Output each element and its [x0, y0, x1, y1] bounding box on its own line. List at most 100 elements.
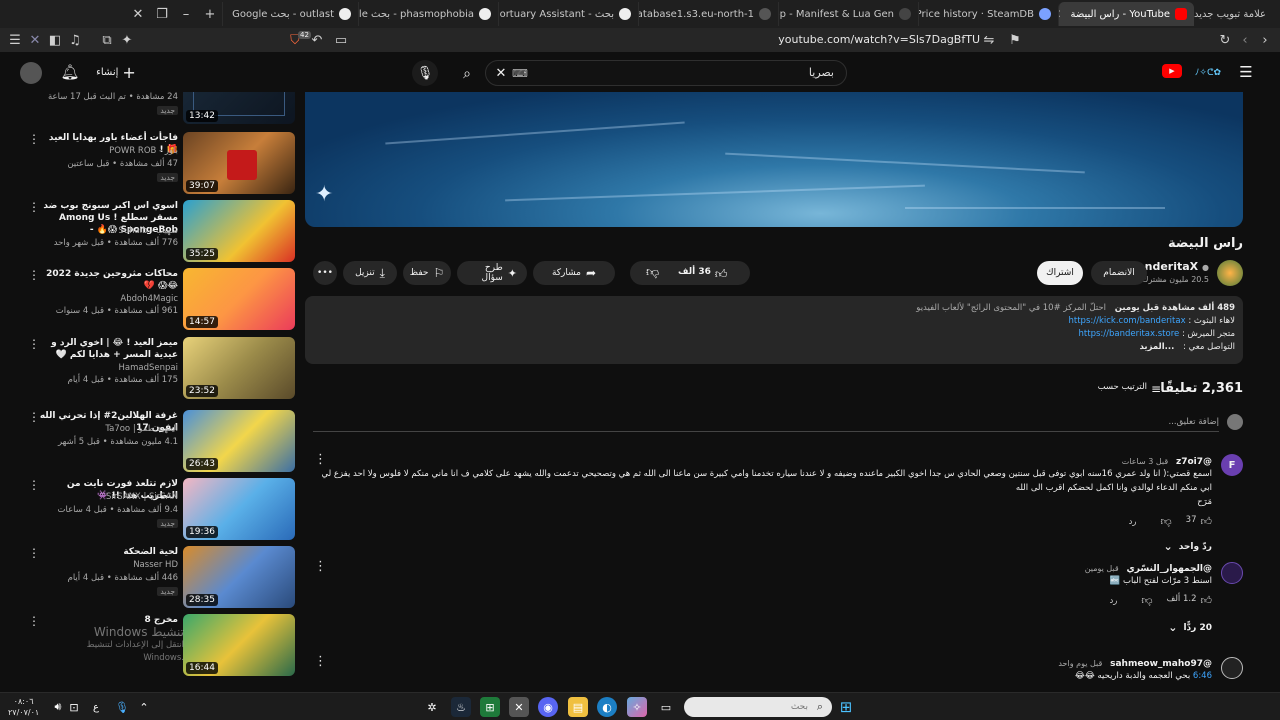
comment-like-button[interactable]: 👍︎ 1.2 ألف [1167, 594, 1212, 607]
related-video-item[interactable]: 28:35 ⋮ لحية الضحكة Nasser HD 446 ألف مش… [20, 546, 298, 610]
subscribe-button[interactable]: اشتراك [1037, 261, 1083, 285]
timestamp-link[interactable]: 6:46 [1193, 671, 1212, 681]
tab-mortuary[interactable]: بحث - The Mortuary Assistant [498, 2, 638, 26]
back-arrow-icon[interactable]: ↶ [306, 29, 328, 51]
keyboard-icon[interactable]: ⌨ [512, 65, 528, 81]
ask-button[interactable]: ✦ طرح سؤال [457, 261, 527, 285]
channel-name[interactable]: سهيب - Suhaib [118, 226, 178, 236]
microphone-icon[interactable]: 🎙︎ [112, 697, 132, 717]
related-video-item[interactable]: 19:36 ⋮ لازم تتلعذ فورت نايت من التطريب … [20, 478, 298, 542]
download-button[interactable]: ⤓ تنزيل [343, 261, 397, 285]
comment-author[interactable]: @sahmeow_maho97 [1110, 659, 1212, 669]
related-video-item[interactable]: 26:43 ⋮ غرفة الهلالين2# إذا تحرني الله ا… [20, 410, 298, 474]
comment-author[interactable]: @z7oi7 [1176, 457, 1212, 467]
xbox-app-icon[interactable]: ⊞ [480, 697, 500, 717]
bookmark-icon[interactable]: ⚑ [1004, 29, 1026, 51]
kick-link[interactable]: https://kick.com/banderitax [1069, 316, 1186, 326]
close-window-icon[interactable]: ✕ [126, 2, 150, 26]
thumbs-down-icon[interactable]: 👎︎ [1141, 594, 1152, 607]
channel-name[interactable]: Nasser HD [133, 560, 178, 570]
share-button[interactable]: ➦ مشاركة [533, 261, 615, 285]
create-button[interactable]: إنشاء + [96, 62, 136, 82]
tray-chevron-up-icon[interactable]: ⌃ [134, 697, 154, 717]
copilot-icon[interactable]: ✧ [627, 697, 647, 717]
channel-name[interactable]: المهيد طمو | Ta7oo [105, 424, 178, 434]
task-view-icon[interactable]: ▭ [656, 697, 676, 717]
file-explorer-icon[interactable]: ▤ [568, 697, 588, 717]
more-options-icon[interactable]: ⋮ [28, 410, 40, 424]
tab-steamdb[interactable]: Toilet 8 Price history · SteamDB [918, 2, 1058, 26]
sort-button[interactable]: ≡ الترتيب حسب [1098, 382, 1161, 396]
channel-avatar[interactable] [1217, 260, 1243, 286]
minimize-icon[interactable]: – [174, 2, 198, 26]
steam-icon[interactable]: ♨ [451, 697, 471, 717]
reply-button[interactable]: رد [1129, 517, 1137, 527]
more-options-icon[interactable]: ⋮ [28, 268, 40, 282]
edge-browser-icon[interactable]: ◐ [597, 697, 617, 717]
tab-outlast[interactable]: outlast - بحث Google [222, 2, 358, 26]
close-tab-icon[interactable]: ✕ [1059, 7, 1061, 21]
youtube-logo-icon[interactable]: ▶ [1162, 64, 1182, 78]
search-input[interactable] [534, 66, 834, 79]
voice-search-mic-icon[interactable]: 🎙︎ [412, 60, 438, 86]
more-options-icon[interactable]: ⋮ [28, 546, 40, 560]
channel-name[interactable]: HamadSenpai [119, 363, 178, 373]
tab-youtube[interactable]: YouTube - راس البيضة ✕ [1058, 2, 1194, 26]
channel-name[interactable]: باور - POWR ROB [109, 146, 178, 156]
guide-menu-icon[interactable]: ☰ [1236, 62, 1256, 82]
clear-search-icon[interactable]: ✕ [492, 64, 510, 82]
commenter-avatar[interactable] [1221, 562, 1243, 584]
channel-name[interactable]: SirSANX | SirSAN [106, 492, 178, 502]
windows-start-icon[interactable]: ⊞ [836, 697, 856, 717]
more-options-icon[interactable]: ⋮ [28, 132, 40, 146]
x-extension-icon[interactable]: ✕ [24, 29, 46, 51]
commenter-avatar[interactable] [1221, 657, 1243, 679]
new-tab-label[interactable]: علامة تبويب جديدة [1189, 9, 1276, 20]
add-comment-input[interactable]: إضافة تعليق... [1168, 417, 1219, 427]
sidebar-panel-icon[interactable]: ◧ [44, 29, 66, 51]
like-button[interactable]: 👍︎ 36 ألف [678, 267, 727, 282]
tab-steamdatabase[interactable]: steamdatabase1.s3.eu-north-1 [638, 2, 778, 26]
commenter-avatar[interactable]: F [1221, 454, 1243, 476]
notifications-bell-icon[interactable]: 🔔︎ [60, 62, 80, 82]
comment-time[interactable]: قبل 3 ساعات [1122, 457, 1168, 466]
more-options-icon[interactable]: ⋮ [28, 614, 40, 628]
search-icon[interactable]: ⌕ [456, 63, 478, 85]
more-actions-button[interactable]: ••• [313, 261, 337, 285]
comment-author[interactable]: @الجمهوار_النسّري [1127, 564, 1212, 574]
nav-back-icon[interactable]: ‹ [1234, 29, 1256, 51]
brave-x-icon[interactable]: ✕ [509, 697, 529, 717]
language-indicator[interactable]: ع [86, 697, 106, 717]
discord-icon[interactable]: ◉ [538, 697, 558, 717]
video-player[interactable]: ✦ [305, 92, 1243, 227]
account-avatar[interactable] [20, 62, 42, 84]
related-video-item[interactable]: 13:42 24 مشاهدة • تم البث قبل 17 ساعة جد… [20, 92, 298, 126]
comment-time[interactable]: قبل يوم واحد [1058, 659, 1102, 668]
app-spider-icon[interactable]: ✲ [422, 697, 442, 717]
system-clock[interactable]: ٠٨:٠٦ ٢٧/٠٧/٠١ [8, 696, 39, 718]
reader-mode-icon[interactable]: ▭ [330, 29, 352, 51]
comment-time[interactable]: قبل يومين [1085, 564, 1119, 573]
more-options-icon[interactable]: ⋮ [28, 478, 40, 492]
dislike-button[interactable]: 👎︎ [646, 265, 659, 280]
restore-icon[interactable]: ❐ [150, 2, 174, 26]
store-link[interactable]: https://banderitax.store [1079, 329, 1180, 339]
related-video-item[interactable]: 35:25 ⋮ اسوي اس اكبر سبونج بوب ضد مسقر س… [20, 200, 298, 264]
comment-like-button[interactable]: 👍︎ 37 [1186, 515, 1212, 528]
more-options-icon[interactable]: ⋮ [28, 337, 40, 351]
channel-name[interactable]: Abdoh4Magic [120, 294, 178, 304]
related-video-item[interactable]: 23:52 ⋮ ميمز العيد ! 😂 | اخوي الرد و عيد… [20, 337, 298, 401]
reply-button[interactable]: رد [1109, 596, 1117, 606]
video-description[interactable]: 489 ألف مشاهدة قبل يومين احتلّ المركز #1… [305, 296, 1243, 364]
replies-toggle[interactable]: ردّ واحد ⌄ [312, 540, 1212, 553]
sidebar-menu-icon[interactable]: ☰ [4, 29, 26, 51]
screenshot-icon[interactable]: ⧉ [96, 29, 118, 51]
tab-fares[interactable]: Fares.top - Manifest & Lua Gen [778, 2, 918, 26]
new-tab-plus-icon[interactable]: + [198, 2, 222, 26]
music-icon[interactable]: ♫ [64, 29, 86, 51]
related-video-item[interactable]: 14:57 ⋮ محاكات مثروحين جديدة 2022 😂😱 💔 A… [20, 268, 298, 332]
share-url-icon[interactable]: ⇋ [978, 29, 1000, 51]
related-video-item[interactable]: 39:07 ⋮ فاجأت أعضاء باور بهدايا العيد 🎁 … [20, 132, 298, 196]
url-text[interactable]: youtube.com/watch?v=Sls7DagBfTU [560, 33, 980, 46]
join-button[interactable]: الانضمام [1091, 261, 1147, 285]
